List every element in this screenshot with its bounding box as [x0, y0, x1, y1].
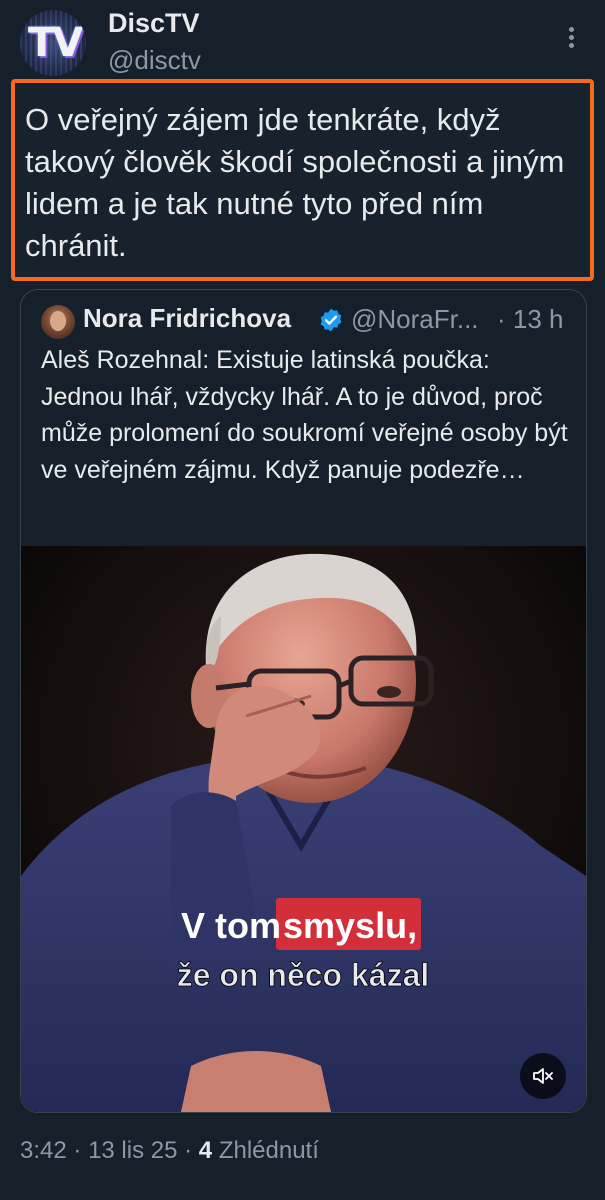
views-label: Zhlédnutí — [218, 1137, 319, 1164]
tweet-text: O veřejný zájem jde tenkráte, když takov… — [25, 102, 565, 263]
quoted-author-avatar[interactable] — [41, 305, 75, 339]
video-player[interactable]: V tom smyslu, že on něco kázal — [21, 546, 586, 1112]
more-vertical-icon[interactable] — [560, 24, 582, 54]
quoted-tweet-text: Aleš Rozehnal: Existuje latinská poučka:… — [41, 346, 568, 484]
mute-icon — [533, 1068, 553, 1084]
timestamp-value: 13 h — [512, 304, 564, 334]
views-count: 4 — [198, 1137, 213, 1164]
tweet-text-highlight: O veřejný zájem jde tenkráte, když takov… — [11, 79, 594, 281]
caption-line1-b: smyslu, — [283, 905, 417, 946]
quoted-author-handle[interactable]: @NoraFr... — [351, 304, 479, 335]
mute-button[interactable] — [520, 1053, 566, 1099]
author-name[interactable]: DiscTV — [108, 8, 200, 39]
meta-separator: · — [184, 1137, 193, 1164]
caption-line1-a: V tom — [181, 905, 281, 946]
author-avatar[interactable]: TV — [20, 10, 86, 76]
post-time[interactable]: 3:42 — [20, 1137, 67, 1164]
meta-separator: · — [73, 1137, 82, 1164]
tweet-page: TV DiscTV @disctv O veřejný zájem jde te… — [0, 0, 605, 1200]
quoted-author-name[interactable]: Nora Fridrichova — [83, 303, 291, 334]
caption-line2: že on něco kázal — [177, 957, 430, 993]
avatar-logo-text: TV — [28, 20, 83, 66]
video-frame-illustration: V tom smyslu, že on něco kázal — [21, 546, 586, 1112]
post-date[interactable]: 13 lis 25 — [88, 1137, 177, 1164]
quoted-timestamp[interactable]: · 13 h — [497, 304, 564, 335]
quoted-tweet[interactable]: Nora Fridrichova @NoraFr... · 13 h Aleš … — [20, 289, 587, 1113]
author-handle[interactable]: @disctv — [108, 45, 201, 76]
tweet-meta: 3:42 · 13 lis 25 · 4 Zhlédnutí — [20, 1137, 319, 1165]
verified-badge-icon — [320, 308, 342, 332]
timestamp-separator: · — [497, 304, 506, 334]
